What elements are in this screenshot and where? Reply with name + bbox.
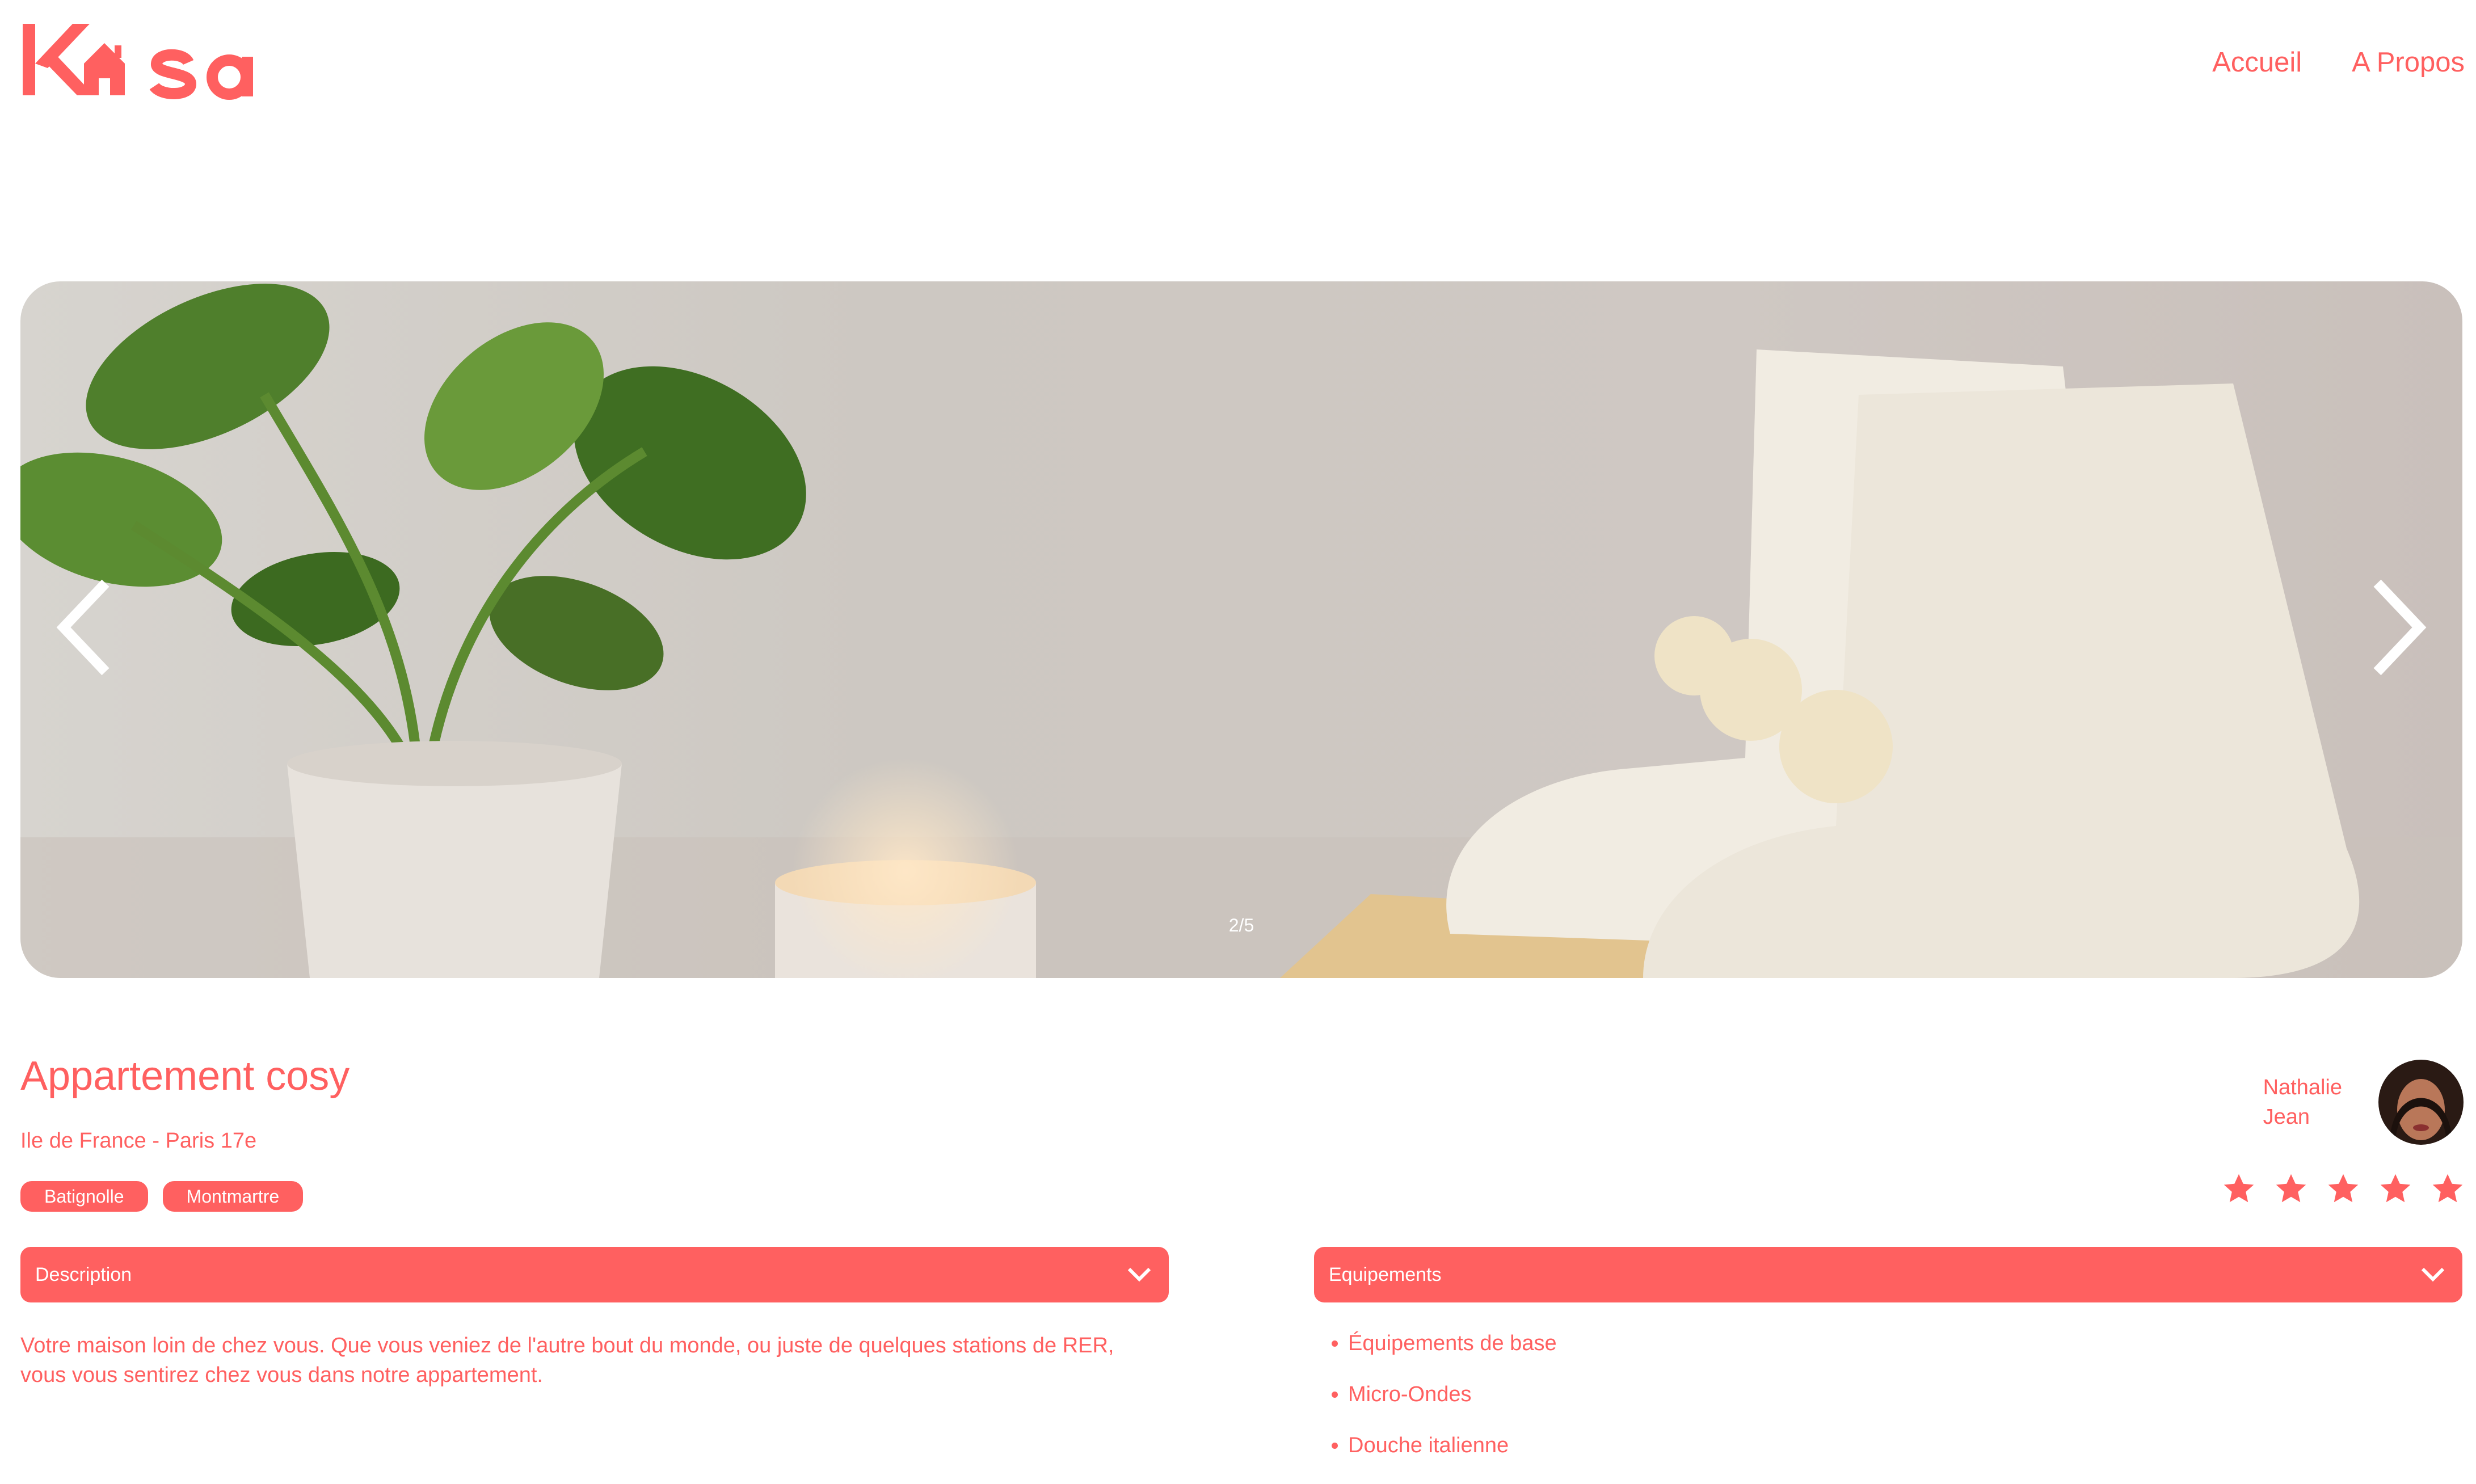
carousel-next-arrow[interactable]	[2367, 576, 2429, 678]
host-avatar	[2378, 1060, 2464, 1145]
listing-title: Appartement cosy	[20, 1053, 350, 1099]
description-collapse: Description Votre maison loin de chez vo…	[20, 1247, 1169, 1390]
star-icon	[2380, 1174, 2411, 1203]
chevron-down-icon	[1127, 1267, 1151, 1282]
chevron-down-icon	[2421, 1267, 2445, 1282]
equipments-toggle[interactable]: Equipements	[1314, 1247, 2462, 1302]
description-text: Votre maison loin de chez vous. Que vous…	[20, 1334, 1114, 1387]
description-label: Description	[35, 1263, 132, 1285]
rating-stars	[2222, 1172, 2465, 1206]
nav-about-link[interactable]: A Propos	[2352, 47, 2465, 78]
tag: Montmartre	[162, 1181, 304, 1212]
star-icon	[2432, 1174, 2463, 1203]
listing-location: Ile de France - Paris 17e	[20, 1129, 257, 1153]
listing-photo	[20, 281, 2462, 978]
description-toggle[interactable]: Description	[20, 1247, 1169, 1302]
host-info: Nathalie Jean	[2263, 1060, 2464, 1145]
host-last-name: Jean	[2263, 1105, 2310, 1129]
kasa-logo[interactable]	[20, 17, 270, 102]
tag: Batignolle	[20, 1181, 148, 1212]
star-icon	[2224, 1174, 2254, 1203]
image-carousel: 2/5	[20, 281, 2462, 978]
equipments-label: Equipements	[1329, 1263, 1442, 1285]
carousel-counter: 2/5	[1228, 915, 1254, 935]
host-name: Nathalie Jean	[2263, 1073, 2342, 1132]
equipment-item: Équipements de base	[1348, 1329, 2462, 1358]
equipments-list: Équipements de base Micro-Ondes Douche i…	[1314, 1329, 2462, 1460]
main-nav: Accueil A Propos	[2212, 47, 2465, 78]
star-icon	[2276, 1174, 2306, 1203]
equipment-item: Douche italienne	[1348, 1431, 2462, 1460]
host-first-name: Nathalie	[2263, 1076, 2342, 1099]
tag-list: Batignolle Montmartre	[20, 1181, 304, 1212]
star-icon	[2328, 1174, 2359, 1203]
equipments-collapse: Equipements Équipements de base Micro-On…	[1314, 1247, 2462, 1482]
nav-home-link[interactable]: Accueil	[2212, 47, 2302, 78]
equipment-item: Micro-Ondes	[1348, 1380, 2462, 1409]
carousel-prev-arrow[interactable]	[53, 576, 116, 678]
